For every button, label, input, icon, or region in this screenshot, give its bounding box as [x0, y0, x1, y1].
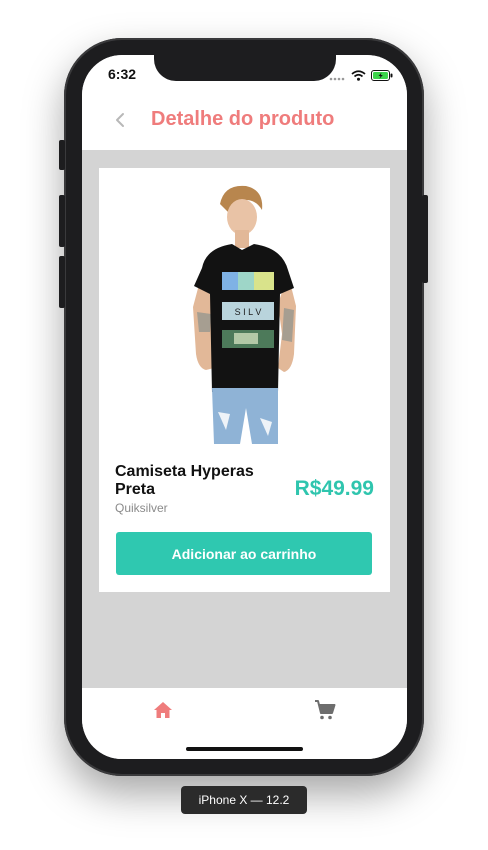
home-icon	[154, 702, 172, 718]
volume-up-button	[59, 195, 65, 247]
volume-down-button	[59, 256, 65, 308]
cart-icon	[315, 700, 336, 720]
product-name: Camiseta Hyperas Preta	[115, 463, 254, 498]
chevron-left-icon	[116, 113, 124, 127]
device-label: iPhone X — 12.2	[181, 786, 307, 814]
mute-switch	[59, 140, 65, 170]
app-screen: 6:32 Detalhe do produto S I L V Camiseta…	[82, 55, 407, 759]
product-card: S I L V Camiseta Hyperas Preta Quiksilve…	[99, 168, 390, 592]
power-button	[422, 195, 428, 283]
page-title: Detalhe do produto	[151, 108, 335, 130]
tab-home[interactable]	[151, 698, 175, 722]
home-indicator	[186, 747, 303, 751]
shirt-print-text: S I L V	[235, 307, 262, 317]
product-image: S I L V	[184, 182, 304, 444]
battery-icon	[371, 68, 393, 86]
back-button[interactable]	[112, 109, 130, 131]
product-price: R$49.99	[294, 477, 374, 500]
tab-cart[interactable]	[313, 698, 337, 722]
status-time: 6:32	[108, 66, 137, 82]
nav-bar: Detalhe do produto	[82, 95, 407, 150]
status-icons	[329, 68, 393, 86]
wifi-icon	[351, 68, 366, 86]
product-brand: Quiksilver	[115, 501, 168, 515]
notch	[154, 55, 336, 81]
add-to-cart-button[interactable]: Adicionar ao carrinho	[116, 532, 372, 575]
